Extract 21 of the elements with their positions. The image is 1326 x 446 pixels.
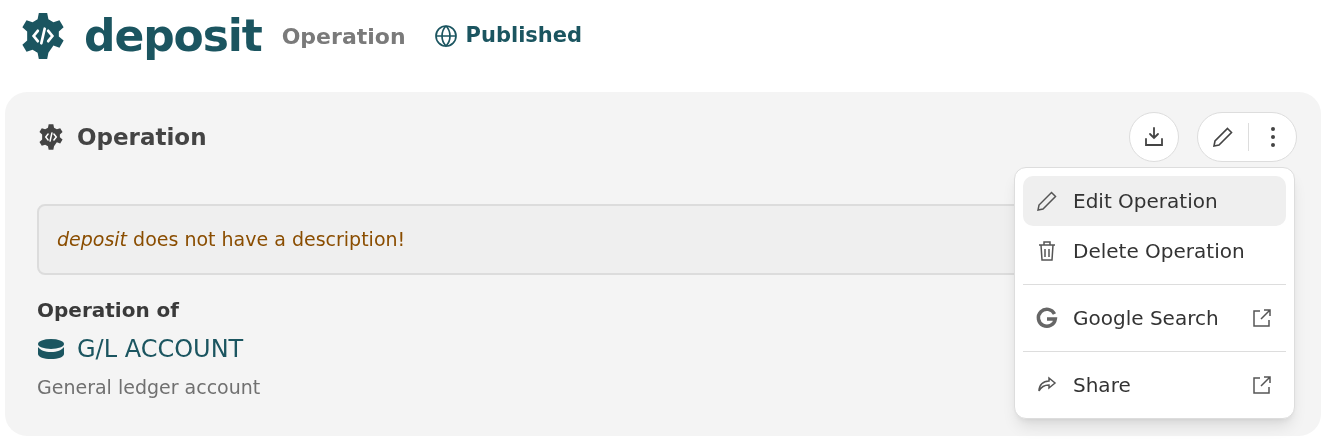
- card-title: Operation: [77, 122, 207, 152]
- entity-link[interactable]: G/L ACCOUNT: [77, 331, 244, 367]
- download-icon: [1142, 125, 1166, 149]
- menu-item[interactable]: Delete Operation: [1023, 226, 1286, 276]
- operation-gear-icon: [37, 123, 65, 151]
- section-label: Operation of: [37, 297, 180, 324]
- more-icon: [1269, 126, 1276, 148]
- globe-icon: [433, 24, 458, 48]
- database-icon: [37, 338, 65, 360]
- type-label: Operation: [281, 22, 406, 51]
- notice-text: deposit does not have a description!: [57, 227, 406, 253]
- download-button[interactable]: [1129, 112, 1179, 162]
- pencil-icon: [1211, 125, 1235, 149]
- menu-item[interactable]: Google Search: [1023, 293, 1286, 343]
- pencil-icon: [1035, 189, 1059, 213]
- google-icon: [1035, 306, 1059, 330]
- entity-description: General ledger account: [37, 375, 261, 400]
- menu-item[interactable]: Edit Operation: [1023, 176, 1286, 226]
- status-label: Published: [465, 22, 583, 50]
- page-title: deposit: [84, 9, 262, 63]
- menu-item[interactable]: Share: [1023, 360, 1286, 410]
